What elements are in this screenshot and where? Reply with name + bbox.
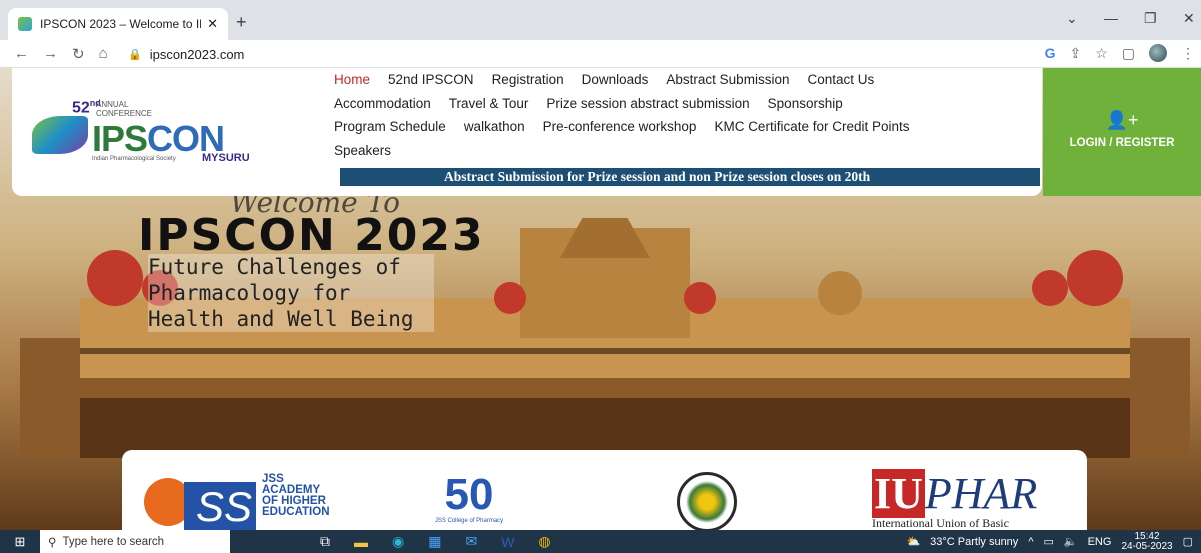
- nav-sponsorship[interactable]: Sponsorship: [768, 92, 843, 116]
- file-explorer-icon[interactable]: ▬: [354, 534, 368, 550]
- tagline-line: Future Challenges of: [148, 255, 401, 279]
- logo-annual: ANNUAL CONFERENCE: [96, 100, 153, 118]
- back-icon[interactable]: ←: [14, 45, 29, 62]
- home-icon[interactable]: ⌂: [99, 45, 108, 62]
- menu-kebab-icon[interactable]: ⋮: [1181, 45, 1195, 62]
- ips-seal-logo[interactable]: [677, 472, 737, 530]
- hero-tagline: Future Challenges of Pharmacology for He…: [148, 254, 434, 332]
- weather-text[interactable]: 33°C Partly sunny: [930, 536, 1018, 548]
- jss-wordmark: SS: [184, 482, 256, 530]
- fifty-number: 50: [444, 470, 494, 519]
- iuphar-logo[interactable]: IUPHAR International Union of Basic: [872, 469, 1042, 530]
- login-register-button[interactable]: 👤+ LOGIN / REGISTER: [1043, 68, 1201, 196]
- nav-contact-us[interactable]: Contact Us: [807, 68, 874, 92]
- windows-taskbar: ⊞ ⚲ Type here to search ⧉ ▬ ◉ ▦ ✉ W ◍ ⛅ …: [0, 530, 1201, 553]
- nav-speakers[interactable]: Speakers: [334, 139, 391, 163]
- sponsor-strip: SS JSS ACADEMY OF HIGHER EDUCATION 50 JS…: [122, 450, 1087, 530]
- site-header: 52nd ANNUAL CONFERENCE IPSCON Indian Phar…: [12, 68, 1042, 196]
- announcement-marquee[interactable]: Abstract Submission for Prize session an…: [340, 168, 1040, 186]
- sidepanel-icon[interactable]: ▢: [1122, 45, 1135, 62]
- nav-home[interactable]: Home: [334, 68, 370, 92]
- jss-academy-logo[interactable]: SS JSS ACADEMY OF HIGHER EDUCATION: [144, 472, 334, 530]
- jss-college-50-logo[interactable]: 50 JSS College of Pharmacy: [414, 472, 524, 530]
- browser-tab-bar: IPSCON 2023 – Welcome to IPSC ✕ + ⌄ — ❐ …: [0, 0, 1201, 40]
- volume-icon[interactable]: 🔈: [1064, 535, 1078, 548]
- add-user-icon: 👤+: [1105, 110, 1139, 130]
- clock-date: 24-05-2023: [1121, 540, 1173, 552]
- windows-start-icon[interactable]: ⊞: [0, 534, 40, 550]
- close-window-button[interactable]: ✕: [1183, 10, 1195, 27]
- iuphar-phar: PHAR: [924, 469, 1038, 518]
- notifications-icon[interactable]: ▢: [1183, 535, 1193, 548]
- nav-pre-conference-workshop[interactable]: Pre-conference workshop: [543, 115, 697, 139]
- search-placeholder: Type here to search: [62, 535, 165, 548]
- task-view-icon[interactable]: ⧉: [320, 533, 330, 550]
- nav-prize-abstract[interactable]: Prize session abstract submission: [546, 92, 749, 116]
- clock-time: 15:42: [1134, 530, 1160, 542]
- search-icon: ⚲: [48, 536, 57, 549]
- language-indicator[interactable]: ENG: [1088, 536, 1112, 548]
- ipscon-logo[interactable]: 52nd ANNUAL CONFERENCE IPSCON Indian Phar…: [30, 98, 260, 168]
- tab-title: IPSCON 2023 – Welcome to IPSC: [40, 17, 201, 31]
- lock-icon: 🔒: [128, 48, 142, 61]
- nav-abstract-submission[interactable]: Abstract Submission: [666, 68, 789, 92]
- tagline-line: Health and Well Being: [148, 307, 414, 331]
- nav-downloads[interactable]: Downloads: [582, 68, 649, 92]
- clock[interactable]: 15:42 24-05-2023: [1121, 530, 1173, 552]
- nav-program-schedule[interactable]: Program Schedule: [334, 115, 446, 139]
- restore-button[interactable]: ❐: [1144, 10, 1157, 27]
- browser-tab[interactable]: IPSCON 2023 – Welcome to IPSC ✕: [8, 8, 228, 40]
- favicon-icon: [18, 17, 32, 31]
- address-bar[interactable]: 🔒 ipscon2023.com: [128, 42, 1028, 66]
- login-label: LOGIN / REGISTER: [1069, 137, 1175, 149]
- logo-society: Indian Pharmacological Society: [92, 156, 176, 162]
- nav-kmc-certificate[interactable]: KMC Certificate for Credit Points: [714, 115, 909, 139]
- logo-leaf-icon: [32, 116, 88, 154]
- nav-accommodation[interactable]: Accommodation: [334, 92, 431, 116]
- nav-52nd-ipscon[interactable]: 52nd IPSCON: [388, 68, 474, 92]
- minimize-button[interactable]: —: [1104, 10, 1118, 26]
- forward-icon[interactable]: →: [43, 45, 58, 62]
- iuphar-iu: IU: [872, 469, 925, 518]
- tagline-line: Pharmacology for: [148, 281, 351, 305]
- network-icon[interactable]: ▭: [1043, 535, 1053, 548]
- system-tray: ⛅ 33°C Partly sunny ^ ▭ 🔈 ENG 15:42 24-0…: [906, 530, 1193, 553]
- iuphar-caption: International Union of Basic: [872, 516, 1009, 530]
- bookmark-star-icon[interactable]: ☆: [1095, 45, 1108, 62]
- word-icon[interactable]: W: [501, 534, 514, 550]
- store-icon[interactable]: ▦: [428, 533, 441, 550]
- taskbar-search[interactable]: ⚲ Type here to search: [40, 530, 230, 553]
- tab-close-icon[interactable]: ✕: [207, 16, 218, 32]
- new-tab-button[interactable]: +: [236, 12, 247, 33]
- weather-icon[interactable]: ⛅: [906, 535, 920, 548]
- url-text: ipscon2023.com: [149, 46, 245, 62]
- reload-icon[interactable]: ↻: [72, 45, 85, 63]
- google-icon[interactable]: G: [1045, 45, 1056, 61]
- website-viewport: Welcome To IPSCON 2023 Future Challenges…: [0, 68, 1201, 530]
- nav-travel-tour[interactable]: Travel & Tour: [449, 92, 529, 116]
- tab-search-icon[interactable]: ⌄: [1066, 10, 1078, 27]
- chrome-icon[interactable]: ◍: [538, 533, 550, 550]
- edge-icon[interactable]: ◉: [392, 533, 404, 550]
- mail-icon[interactable]: ✉: [465, 533, 477, 550]
- nav-walkathon[interactable]: walkathon: [464, 115, 525, 139]
- share-icon[interactable]: ⇪: [1069, 45, 1081, 62]
- main-nav: Home 52nd IPSCON Registration Downloads …: [334, 68, 1034, 162]
- nav-registration[interactable]: Registration: [492, 68, 564, 92]
- logo-city: MYSURU: [202, 152, 250, 164]
- browser-toolbar: ← → ↻ ⌂ 🔒 ipscon2023.com G ⇪ ☆ ▢ ⋮: [0, 40, 1201, 68]
- tray-chevron-icon[interactable]: ^: [1028, 536, 1033, 548]
- fifty-caption: JSS College of Pharmacy: [434, 518, 504, 524]
- jss-text: JSS ACADEMY OF HIGHER EDUCATION: [262, 473, 330, 518]
- profile-avatar[interactable]: [1149, 44, 1167, 62]
